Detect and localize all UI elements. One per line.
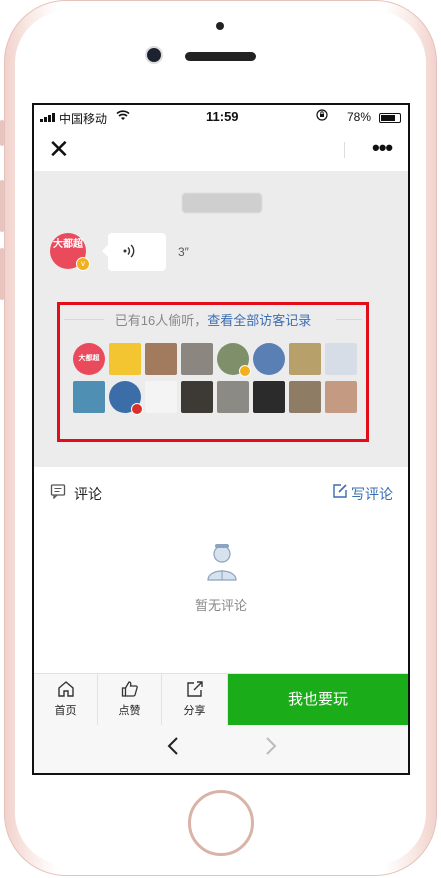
forward-icon[interactable] — [264, 735, 278, 763]
nav-divider — [344, 142, 345, 158]
visitor-avatar[interactable] — [181, 381, 213, 413]
visitor-avatar[interactable] — [253, 381, 285, 413]
voice-wave-icon — [122, 243, 138, 262]
voice-duration: 3″ — [178, 245, 189, 259]
visitor-avatar[interactable] — [325, 343, 357, 375]
share-icon — [162, 680, 227, 702]
front-camera — [145, 46, 163, 64]
voice-message-bubble[interactable] — [102, 233, 166, 271]
visitor-panel: 已有16人偷听，查看全部访客记录 大都超 — [57, 302, 369, 442]
tab-share[interactable]: 分享 — [162, 674, 228, 726]
blurred-timestamp — [182, 193, 262, 213]
status-bar: 中国移动 11:59 78% — [34, 105, 408, 129]
comments-title: 评论 — [74, 486, 102, 502]
visitor-avatar[interactable] — [325, 381, 357, 413]
comments-section: 评论 写评论 暂无评论 — [34, 467, 408, 673]
volume-up-button — [0, 180, 4, 232]
avatar-badge-icon — [131, 403, 143, 415]
back-icon[interactable] — [166, 735, 180, 763]
signal-icon — [40, 113, 55, 122]
tab-share-label: 分享 — [183, 705, 206, 717]
clock: 11:59 — [206, 109, 239, 124]
tab-like[interactable]: 点赞 — [98, 674, 162, 726]
voice-chat-area: 大都超 v 3″ 已有16人偷听，查看全部访客记录 大都超 — [34, 171, 408, 467]
write-comment-button[interactable]: 写评论 — [351, 484, 393, 504]
empty-comments-icon — [205, 542, 239, 582]
visitor-avatar[interactable] — [181, 343, 213, 375]
visitor-avatar[interactable] — [253, 343, 285, 375]
avatar-text: 大都超 — [53, 239, 83, 250]
visitor-avatar[interactable] — [109, 343, 141, 375]
phone-screen: 中国移动 11:59 78% ✕ ••• 大都超 v 3″ 已有16人偷听，查看… — [32, 103, 410, 775]
visitor-avatar-text: 大都超 — [78, 355, 100, 362]
visitor-avatar[interactable] — [217, 381, 249, 413]
home-icon — [34, 680, 97, 702]
browser-toolbar — [34, 725, 408, 773]
visitor-avatar[interactable] — [217, 343, 251, 377]
mute-switch — [0, 120, 4, 146]
volume-down-button — [0, 248, 4, 300]
tab-home-label: 首页 — [54, 705, 77, 717]
verified-badge-icon: v — [76, 257, 90, 271]
visitor-avatar[interactable] — [289, 381, 321, 413]
edit-icon[interactable] — [332, 483, 348, 503]
home-button[interactable] — [188, 790, 254, 856]
visitor-avatar[interactable] — [109, 381, 143, 415]
play-too-button[interactable]: 我也要玩 — [228, 674, 408, 726]
battery-icon — [379, 113, 401, 123]
more-icon[interactable]: ••• — [372, 135, 393, 161]
wifi-icon — [116, 110, 130, 124]
visitor-avatar[interactable] — [145, 343, 177, 375]
thumbs-up-icon — [98, 680, 161, 702]
battery-percent: 78% — [347, 110, 372, 124]
avatar-badge-icon — [239, 365, 251, 377]
bottom-tab-bar: 首页 点赞 分享 我也要玩 — [34, 673, 408, 726]
earpiece-speaker — [185, 52, 256, 61]
visitor-avatar-grid: 大都超 — [73, 343, 363, 415]
rotation-lock-icon — [316, 109, 328, 124]
tab-home[interactable]: 首页 — [34, 674, 98, 726]
proximity-sensor — [216, 22, 224, 30]
nav-bar: ✕ ••• — [34, 129, 408, 171]
visitor-summary: 已有16人偷听，查看全部访客记录 — [60, 310, 366, 329]
close-icon[interactable]: ✕ — [48, 136, 70, 162]
carrier-label: 中国移动 — [59, 112, 108, 126]
empty-comments-text: 暂无评论 — [194, 598, 247, 613]
tab-like-label: 点赞 — [118, 705, 141, 717]
visitor-avatar[interactable] — [73, 381, 105, 413]
visitor-avatar[interactable] — [145, 381, 177, 413]
view-all-visitors-link[interactable]: 查看全部访客记录 — [207, 313, 311, 328]
visitor-avatar[interactable] — [289, 343, 321, 375]
comment-icon — [50, 483, 66, 500]
visitor-count-text: 已有16人偷听， — [114, 313, 208, 328]
visitor-avatar[interactable]: 大都超 — [73, 343, 105, 375]
